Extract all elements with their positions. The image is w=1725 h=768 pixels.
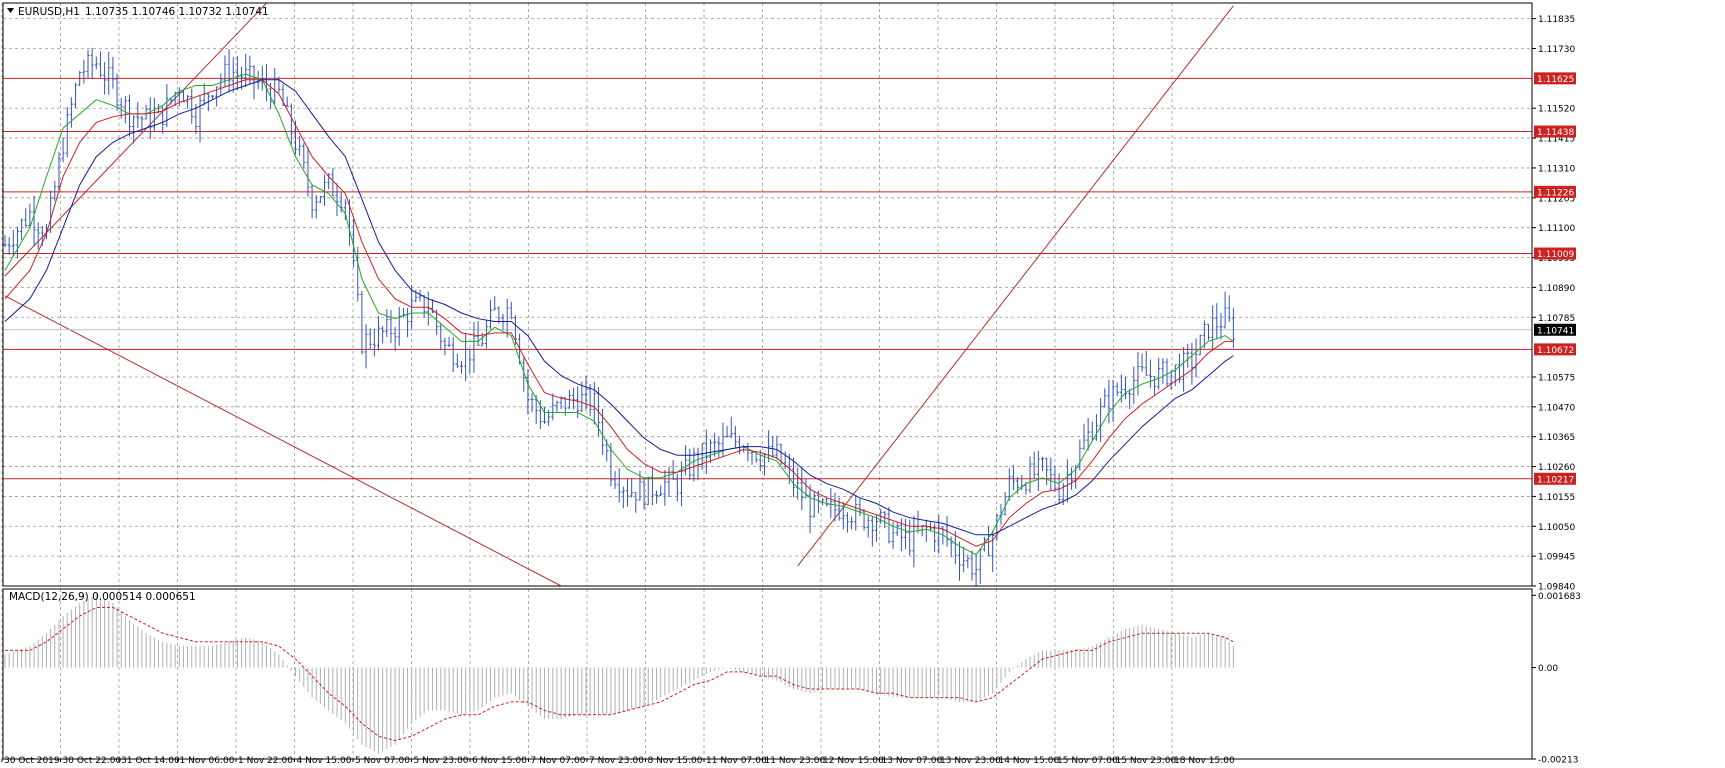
- x-tick-label: 18 Nov 15:00: [1174, 756, 1235, 764]
- x-tick-label: 30 Oct 22:00: [63, 756, 122, 764]
- x-tick-label: 5 Nov 23:00: [414, 756, 469, 764]
- price-tag-label: 1.11438: [1537, 128, 1574, 138]
- x-tick-label: 12 Nov 15:00: [823, 756, 884, 764]
- x-tick-label: 13 Nov 23:00: [940, 756, 1001, 764]
- x-tick-label: 8 Nov 15:00: [648, 756, 703, 764]
- x-tick-label: 7 Nov 23:00: [589, 756, 644, 764]
- macd-header: MACD(12,26,9) 0.000514 0.000651: [9, 591, 196, 603]
- price-tag-label: 1.10672: [1537, 346, 1574, 356]
- chart-canvas[interactable]: 1.118351.117301.115201.114151.113101.112…: [0, 0, 1725, 766]
- x-tick-label: 1 Nov 06:00: [180, 756, 235, 764]
- x-tick-label: 15 Nov 07:00: [1057, 756, 1118, 764]
- x-tick-label: 13 Nov 07:00: [882, 756, 943, 764]
- y-tick-label: 1.10365: [1538, 433, 1575, 443]
- y-tick-label: 1.10155: [1538, 493, 1575, 503]
- x-tick-label: 14 Nov 15:00: [999, 756, 1060, 764]
- y-tick-label: 1.10575: [1538, 373, 1575, 383]
- chart-window[interactable]: 1.11835 1.11730 1.11520 1.11415 1.11310 1.112…: [0, 0, 1725, 766]
- price-tag-label: 1.11625: [1537, 75, 1574, 85]
- macd-y-tick-label: 0.00: [1538, 664, 1558, 674]
- price-tag-label: 1.11226: [1537, 188, 1574, 198]
- x-tick-label: 30 Oct 2019: [4, 756, 60, 764]
- chart-header: EURUSD,H1 1.10735 1.10746 1.10732 1.1074…: [7, 6, 269, 18]
- y-tick-label: 1.10470: [1538, 403, 1575, 413]
- y-tick-label: 1.10890: [1538, 284, 1575, 294]
- y-tick-label: 1.10050: [1538, 523, 1575, 533]
- x-tick-label: 11 Nov 07:00: [706, 756, 767, 764]
- x-tick-label: 6 Nov 15:00: [472, 756, 527, 764]
- ohlc-header: 1.10735 1.10746 1.10732 1.10741: [85, 6, 269, 18]
- y-tick-label: 1.10785: [1538, 314, 1575, 324]
- x-tick-label: 4 Nov 15:00: [297, 756, 352, 764]
- x-tick-label: 5 Nov 07:00: [355, 756, 410, 764]
- macd-y-tick-label: -0.00213: [1538, 756, 1578, 765]
- x-tick-label: 11 Nov 23:00: [765, 756, 826, 764]
- price-tag-label: 1.11009: [1537, 250, 1574, 260]
- y-tick-label: 1.11100: [1538, 224, 1575, 234]
- x-tick-label: 1 Nov 22:00: [238, 756, 293, 764]
- macd-y-tick-label: 0.001683: [1538, 592, 1581, 602]
- y-tick-label: 1.10260: [1538, 463, 1575, 473]
- y-tick-label: 1.11520: [1538, 105, 1575, 115]
- y-tick-label: 1.11310: [1538, 164, 1575, 174]
- price-tag-label: 1.10217: [1537, 475, 1574, 485]
- x-tick-label: 7 Nov 07:00: [531, 756, 586, 764]
- background: [0, 0, 1725, 764]
- y-tick-label: 1.09945: [1538, 553, 1575, 563]
- symbol-header: EURUSD,H1: [18, 6, 80, 18]
- x-tick-label: 15 Nov 23:00: [1116, 756, 1177, 764]
- x-tick-label: 31 Oct 14:00: [121, 756, 180, 764]
- current-price-label: 1.10741: [1537, 326, 1574, 336]
- y-tick-label: 1.11730: [1538, 45, 1575, 55]
- y-tick-label: 1.11835: [1538, 15, 1575, 25]
